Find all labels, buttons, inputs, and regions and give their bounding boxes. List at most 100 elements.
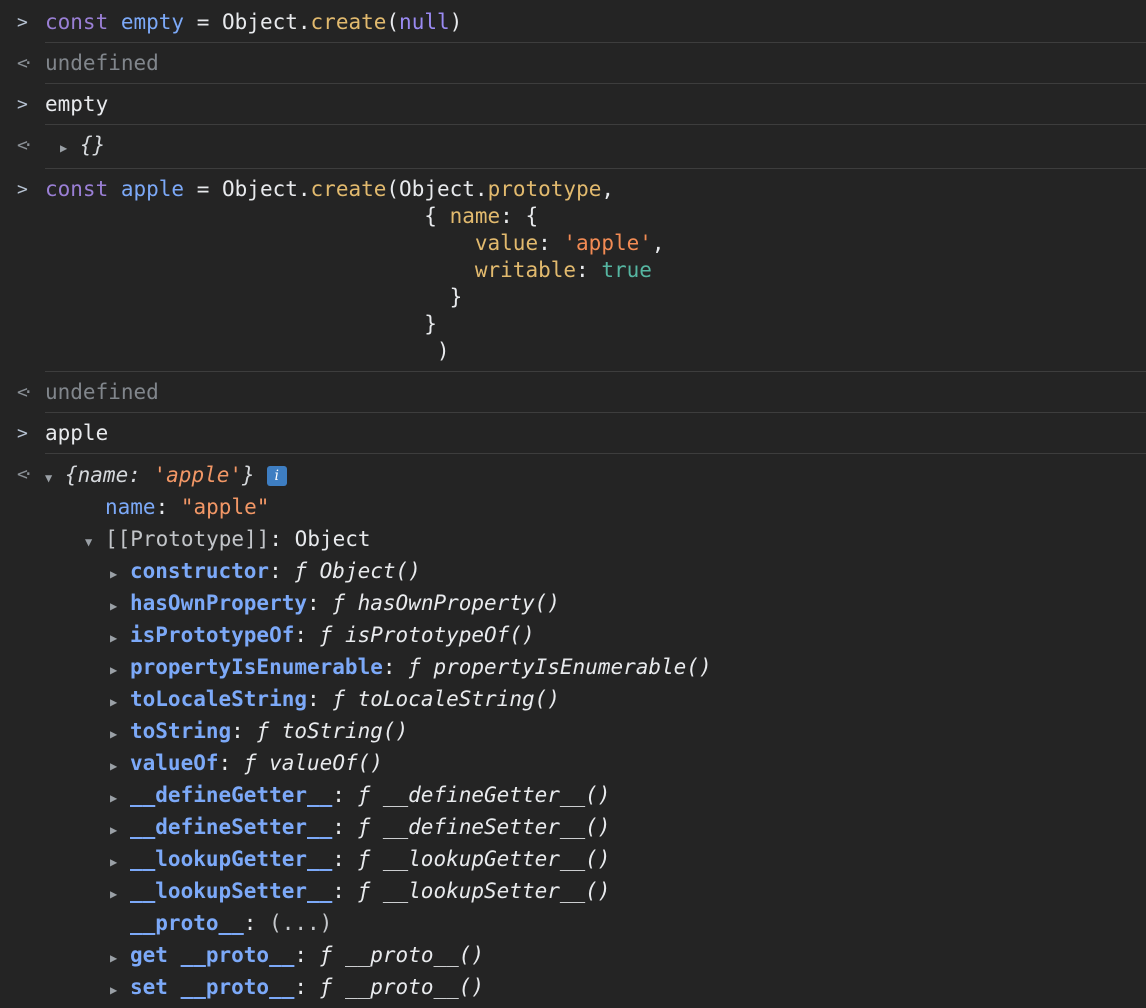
token-var: apple	[120, 177, 185, 201]
token-pl: =	[184, 10, 223, 34]
text-line: {name: 'apple'}	[65, 463, 255, 487]
console-row: writable: true	[45, 257, 1146, 284]
token-fname: hasOwnProperty	[130, 591, 308, 615]
text-line: }	[45, 312, 437, 336]
token-fname: set __proto__	[130, 975, 295, 999]
collapsed-triangle-icon[interactable]: ▶	[110, 590, 130, 622]
console-row[interactable]: ▶{}	[45, 132, 1146, 162]
token-pl: :	[332, 783, 358, 807]
token-fname: __proto__	[130, 911, 244, 935]
text-line: undefined	[45, 380, 159, 404]
tree-row: name: "apple"	[45, 491, 1146, 523]
token-prop: prototype	[487, 177, 602, 201]
token-pl: Object.	[222, 177, 311, 201]
tree-row[interactable]: ▶ set __proto__: ƒ __proto__()	[45, 971, 1146, 1003]
collapsed-triangle-icon[interactable]: ▶	[110, 750, 130, 782]
token-pl: )	[449, 10, 463, 34]
token-atom: null	[399, 10, 450, 34]
output-arrow-icon: <·	[17, 135, 34, 156]
text-line: set __proto__: ƒ __proto__()	[130, 975, 484, 999]
tree-row[interactable]: ▶ __lookupGetter__: ƒ __lookupGetter__()	[45, 843, 1146, 875]
token-pl: :	[269, 527, 295, 551]
info-icon[interactable]: i	[266, 466, 287, 486]
token-fval: ƒ __defineSetter__()	[357, 815, 611, 839]
collapsed-triangle-icon[interactable]: ▶	[110, 718, 130, 750]
token-pl: ,	[601, 177, 615, 201]
token-prop: name	[449, 204, 501, 228]
console-row: const empty = Object.create(null)	[45, 9, 1146, 36]
text-line: empty	[45, 92, 108, 116]
token-fval: ƒ isPrototypeOf()	[319, 623, 535, 647]
token-pl: =	[184, 177, 223, 201]
console-entry-result: <· ▶{}	[0, 125, 1146, 169]
token-objprev: {}	[80, 133, 106, 157]
collapsed-triangle-icon[interactable]: ▶	[110, 846, 130, 878]
text-line: isPrototypeOf: ƒ isPrototypeOf()	[130, 623, 535, 647]
text-line: hasOwnProperty: ƒ hasOwnProperty()	[130, 591, 560, 615]
tree-row[interactable]: ▶ constructor: ƒ Object()	[45, 555, 1146, 587]
collapsed-triangle-icon[interactable]: ▶	[110, 974, 130, 1006]
collapsed-triangle-icon[interactable]: ▶	[110, 622, 130, 654]
token-pl: (	[386, 10, 400, 34]
collapsed-triangle-icon[interactable]: ▶	[60, 135, 80, 162]
token-pl: :	[307, 591, 333, 615]
console-row: value: 'apple',	[45, 230, 1146, 257]
tree-row[interactable]: ▶ hasOwnProperty: ƒ hasOwnProperty()	[45, 587, 1146, 619]
console-row: { name: {	[45, 203, 1146, 230]
tree-row[interactable]: ▶ toString: ƒ toString()	[45, 715, 1146, 747]
collapsed-triangle-icon[interactable]: ▶	[110, 814, 130, 846]
token-pl: (	[386, 177, 400, 201]
token-pl: Object.	[399, 177, 488, 201]
tree-row[interactable]: ▶ __lookupSetter__: ƒ __lookupSetter__()	[45, 875, 1146, 907]
text-line: __lookupGetter__: ƒ __lookupGetter__()	[130, 847, 610, 871]
expanded-triangle-icon[interactable]: ▼	[85, 526, 105, 558]
tree-row[interactable]: ▶ propertyIsEnumerable: ƒ propertyIsEnume…	[45, 651, 1146, 683]
token-pl: :	[269, 559, 295, 583]
token-expander[interactable]: (...)	[269, 911, 332, 935]
token-muted: undefined	[45, 380, 159, 404]
tree-row[interactable]: ▼ [[Prototype]]: Object	[45, 523, 1146, 555]
tree-row[interactable]: ▶ __defineGetter__: ƒ __defineGetter__()	[45, 779, 1146, 811]
token-internal: [[Prototype]]	[105, 527, 270, 551]
collapsed-triangle-icon[interactable]: ▶	[110, 686, 130, 718]
entry-content: const empty = Object.create(null)	[45, 9, 1146, 36]
output-arrow-icon: <·	[17, 464, 34, 485]
token-fval: ƒ Object()	[294, 559, 421, 583]
token-fval: ƒ toString()	[256, 719, 409, 743]
text-line: {}	[80, 133, 105, 157]
token-prop: create	[310, 177, 387, 201]
tree-row[interactable]: ▶ isPrototypeOf: ƒ isPrototypeOf()	[45, 619, 1146, 651]
token-str: 'apple'	[563, 231, 652, 255]
tree-row[interactable]: ▶ get __proto__: ƒ __proto__()	[45, 939, 1146, 971]
tree-row[interactable]: ▶ toLocaleString: ƒ toLocaleString()	[45, 683, 1146, 715]
token-fname: toLocaleString	[130, 687, 308, 711]
text-line: writable: true	[45, 258, 652, 282]
token-pl: empty	[45, 92, 109, 116]
token-pl: :	[382, 655, 409, 679]
text-line: __lookupSetter__: ƒ __lookupSetter__()	[130, 879, 610, 903]
text-line: value: 'apple',	[45, 231, 665, 255]
token-fname: isPrototypeOf	[130, 623, 295, 647]
collapsed-triangle-icon[interactable]: ▶	[110, 654, 130, 686]
token-fname: toString	[130, 719, 232, 743]
console-entry-input: > empty	[0, 84, 1146, 125]
tree-row[interactable]: ▶ valueOf: ƒ valueOf()	[45, 747, 1146, 779]
collapsed-triangle-icon[interactable]: ▶	[110, 782, 130, 814]
collapsed-triangle-icon[interactable]: ▶	[110, 942, 130, 974]
token-pl: :	[538, 231, 564, 255]
tree-row[interactable]: ▶ __defineSetter__: ƒ __defineSetter__()	[45, 811, 1146, 843]
tree-row[interactable]: ▼ {name: 'apple'} i	[45, 459, 1146, 491]
collapsed-triangle-icon[interactable]: ▶	[110, 558, 130, 590]
collapsed-triangle-icon[interactable]: ▶	[110, 878, 130, 910]
text-line: [[Prototype]]: Object	[105, 527, 371, 551]
console-row: }	[45, 311, 1146, 338]
token-prop: writable	[474, 258, 577, 282]
entry-content: undefined	[45, 50, 1146, 77]
console-entry-result: <· undefined	[0, 43, 1146, 84]
token-fname: __lookupSetter__	[130, 879, 333, 903]
token-var: empty	[120, 10, 185, 34]
expanded-triangle-icon[interactable]: ▼	[45, 462, 65, 494]
console-entry-result: <· undefined	[0, 372, 1146, 413]
